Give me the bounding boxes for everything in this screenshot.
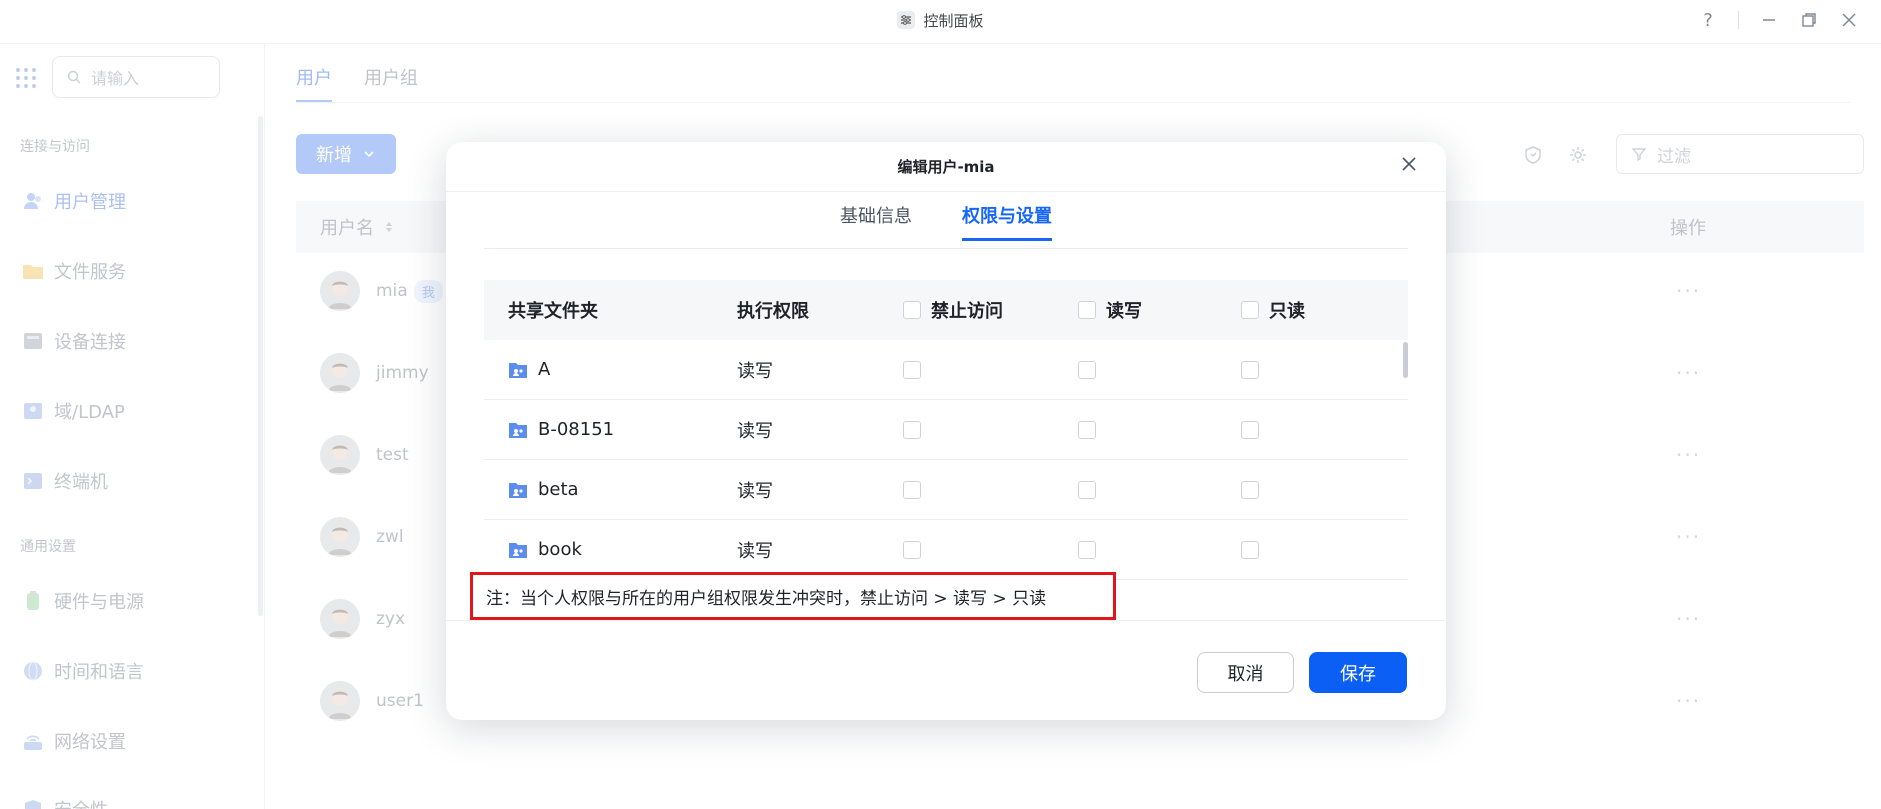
execute-permission: 读写 (737, 360, 773, 382)
tab-permissions[interactable]: 权限与设置 (962, 202, 1052, 241)
table-row: A 读写 (484, 340, 1408, 400)
folder-name: beta (538, 479, 579, 500)
deny-checkbox[interactable] (903, 540, 921, 559)
column-header-permission: 执行权限 (737, 301, 809, 322)
read-only-checkbox[interactable] (1241, 480, 1259, 499)
column-header-read-write: 读写 (1106, 301, 1142, 322)
permission-table-scrollbar[interactable] (1403, 342, 1408, 378)
close-icon (1402, 157, 1416, 171)
read-write-checkbox[interactable] (1078, 540, 1096, 559)
deny-checkbox[interactable] (903, 360, 921, 379)
divider (446, 620, 1446, 621)
divider (484, 248, 1408, 249)
table-row: beta 读写 (484, 460, 1408, 520)
execute-permission: 读写 (737, 480, 773, 502)
permission-table-header: 共享文件夹 执行权限 禁止访问 读写 只读 (484, 280, 1408, 340)
select-all-deny-checkbox[interactable] (903, 301, 921, 319)
permission-table: 共享文件夹 执行权限 禁止访问 读写 只读 A 读写 B-08151 读写 be… (484, 280, 1408, 580)
save-button[interactable]: 保存 (1309, 652, 1407, 693)
tab-basic-info[interactable]: 基础信息 (840, 202, 912, 241)
dialog-title: 编辑用户-mia (446, 142, 1446, 192)
execute-permission: 读写 (737, 420, 773, 442)
folder-name: book (538, 539, 582, 560)
read-only-checkbox[interactable] (1241, 540, 1259, 559)
read-only-checkbox[interactable] (1241, 360, 1259, 379)
dialog-tabs: 基础信息 权限与设置 (446, 202, 1446, 241)
note-text: 注：当个人权限与所在的用户组权限发生冲突时，禁止访问 > 读写 > 只读 (486, 588, 1047, 609)
table-row: B-08151 读写 (484, 400, 1408, 460)
deny-checkbox[interactable] (903, 480, 921, 499)
shared-folder-icon (509, 362, 527, 378)
folder-name: B-08151 (538, 419, 615, 440)
folder-name: A (538, 359, 551, 380)
read-write-checkbox[interactable] (1078, 360, 1096, 379)
read-only-checkbox[interactable] (1241, 420, 1259, 439)
execute-permission: 读写 (737, 540, 773, 562)
table-row: book 读写 (484, 520, 1408, 580)
edit-user-dialog: 编辑用户-mia 基础信息 权限与设置 共享文件夹 执行权限 禁止访问 读写 只… (446, 142, 1446, 720)
dialog-close-button[interactable] (1398, 156, 1420, 178)
shared-folder-icon (509, 542, 527, 558)
read-write-checkbox[interactable] (1078, 480, 1096, 499)
deny-checkbox[interactable] (903, 420, 921, 439)
column-header-read-only: 只读 (1269, 301, 1305, 322)
column-header-folder: 共享文件夹 (508, 301, 598, 322)
column-header-deny: 禁止访问 (931, 301, 1003, 322)
read-write-checkbox[interactable] (1078, 420, 1096, 439)
cancel-button[interactable]: 取消 (1197, 652, 1294, 693)
select-all-read-only-checkbox[interactable] (1241, 301, 1259, 319)
select-all-read-write-checkbox[interactable] (1078, 301, 1096, 319)
permission-conflict-note: 注：当个人权限与所在的用户组权限发生冲突时，禁止访问 > 读写 > 只读 (470, 572, 1116, 620)
shared-folder-icon (509, 422, 527, 438)
shared-folder-icon (509, 482, 527, 498)
